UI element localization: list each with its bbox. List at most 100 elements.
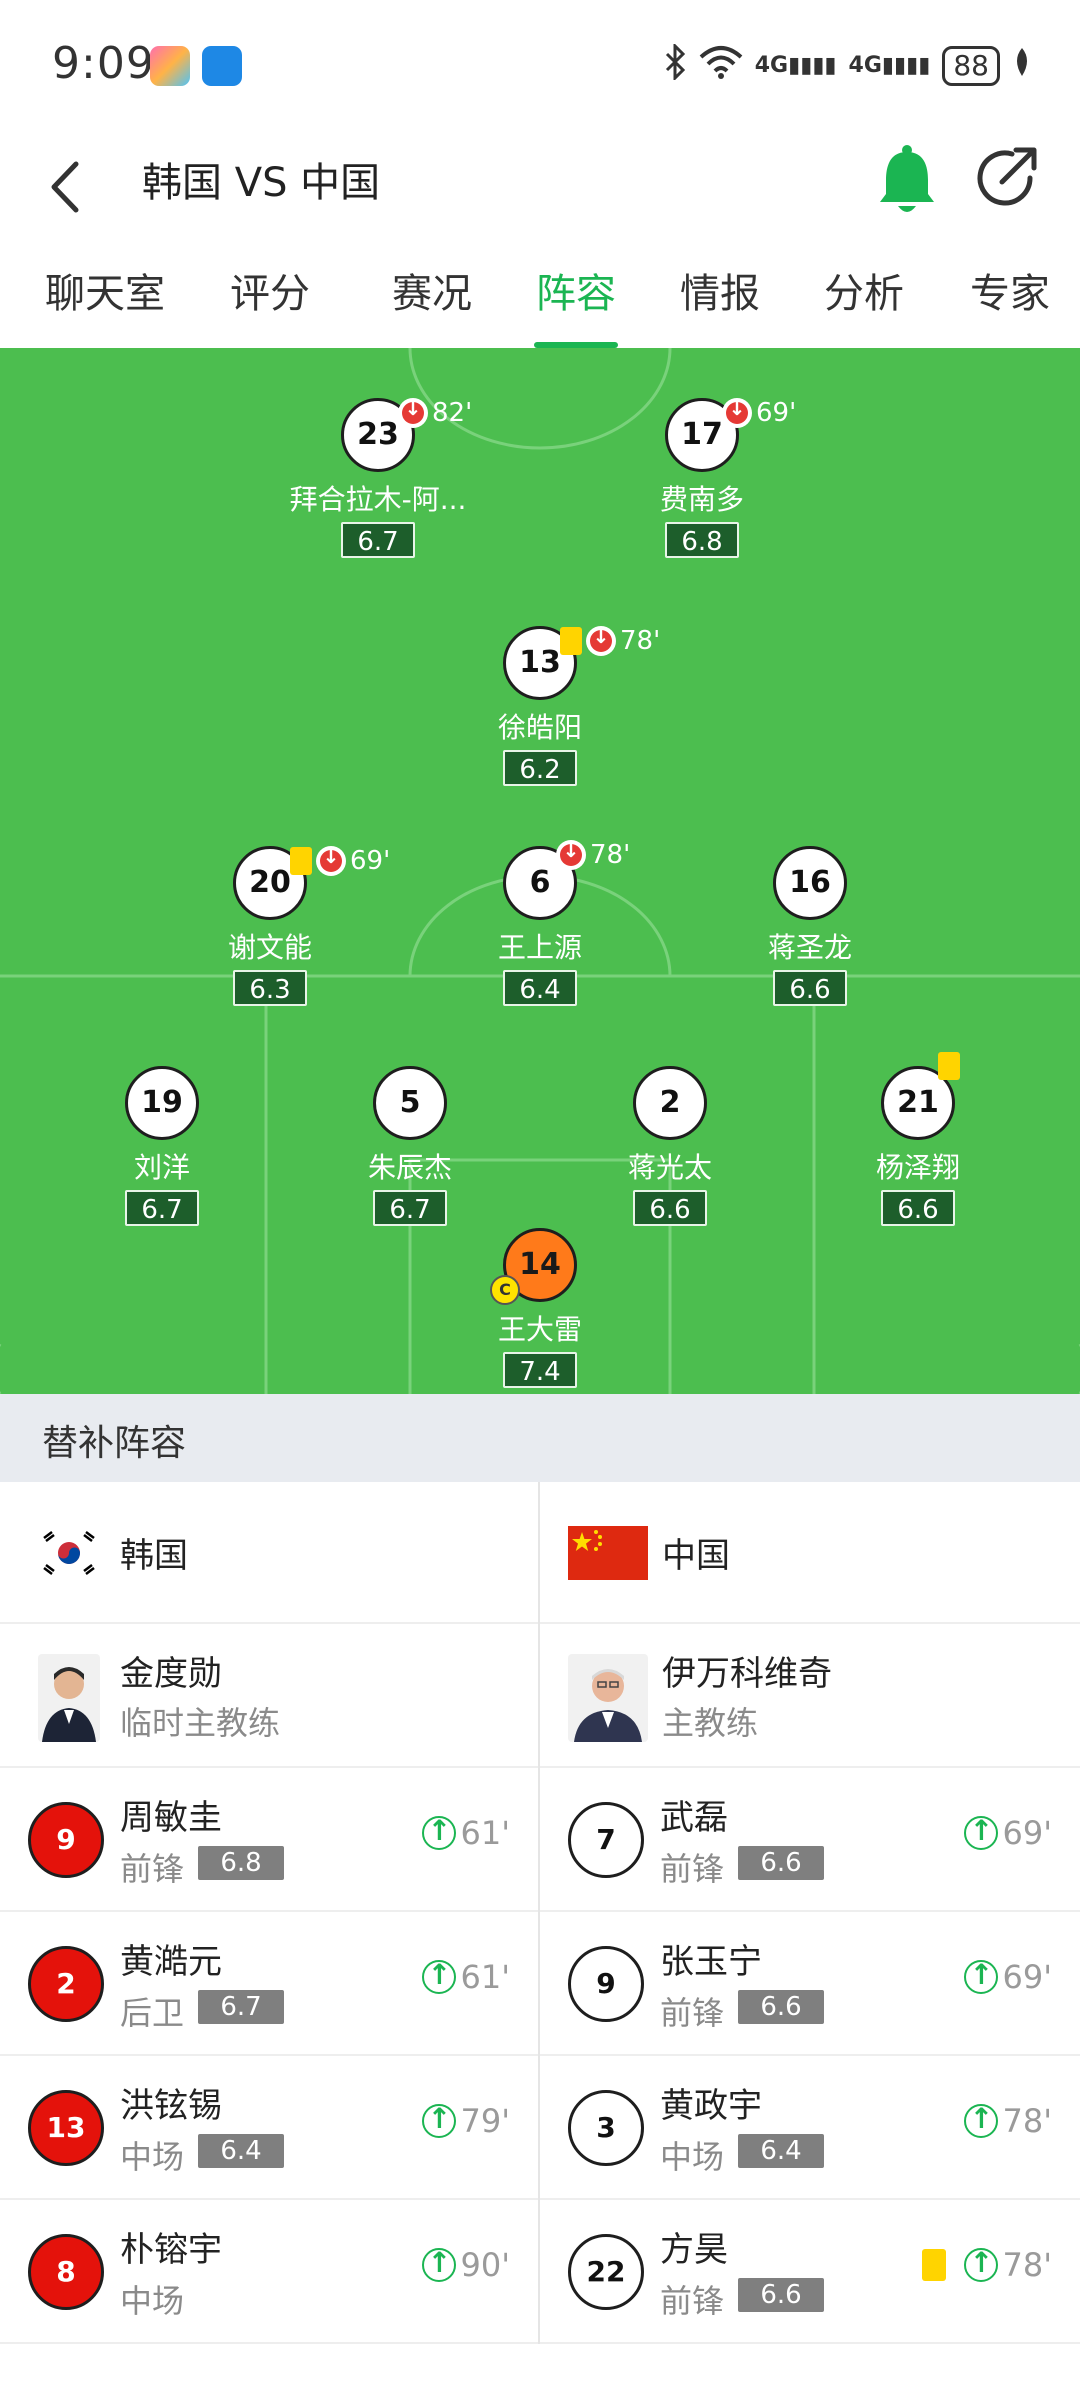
sub-out-indicator: 69' (290, 844, 390, 876)
sub-in-indicator: 61' (422, 1814, 510, 1852)
yellow-card-icon (938, 1052, 960, 1080)
captain-badge: C (490, 1275, 520, 1305)
player-number: 5 (373, 1066, 447, 1140)
player-rating: 6.7 (341, 522, 415, 558)
player-name: 张玉宁 (660, 1942, 762, 1982)
share-button[interactable] (972, 140, 1042, 220)
pitch-player-5[interactable]: 5 朱辰杰 6.7 (290, 1066, 530, 1226)
status-icons: 4G▮▮▮▮ 4G▮▮▮▮ 88 (663, 42, 1032, 87)
pitch-player-17[interactable]: 17 69' 费南多 6.8 (582, 396, 822, 558)
player-position: 前锋 (660, 1994, 725, 2032)
sub-in-icon (422, 2246, 457, 2282)
player-rating: 6.4 (503, 970, 577, 1006)
goalkeeper-number: 14 C (490, 1228, 577, 1305)
coach-avatar (38, 1654, 100, 1742)
sub-player-row[interactable]: 3 黄政宇 中场 6.4 78' (540, 2056, 1080, 2200)
player-name: 费南多 (659, 483, 744, 516)
tab-chatroom[interactable]: 聊天室 (40, 248, 170, 348)
player-rating: 6.8 (198, 1846, 284, 1880)
tab-lineup[interactable]: 阵容 (516, 248, 636, 348)
player-number-badge: 9 (28, 1802, 104, 1878)
korea-column: 韩国 金度勋 临时主教练 9 周敏圭 前锋 6.8 61' (0, 1482, 540, 2344)
sub-in-indicator: 79' (422, 2102, 510, 2140)
tab-rating[interactable]: 评分 (210, 248, 330, 348)
player-rating: 7.4 (503, 1352, 577, 1388)
player-rating: 6.8 (665, 522, 739, 558)
tab-expert[interactable]: 专家 (950, 248, 1070, 348)
sub-in-indicator: 78' (922, 2246, 1052, 2284)
sub-player-row[interactable]: 9 张玉宁 前锋 6.6 69' (540, 1912, 1080, 2056)
player-rating: 6.7 (198, 1990, 284, 2024)
coach-row-korea[interactable]: 金度勋 临时主教练 (0, 1624, 538, 1768)
team-name: 中国 (662, 1536, 730, 1576)
back-button[interactable] (40, 152, 100, 222)
sub-in-icon (964, 2246, 999, 2282)
notification-bell-button[interactable] (872, 140, 942, 220)
sub-player-row[interactable]: 9 周敏圭 前锋 6.8 61' (0, 1768, 538, 1912)
player-position: 前锋 (660, 1850, 725, 1888)
player-position: 前锋 (120, 1850, 185, 1888)
player-rating: 6.4 (198, 2134, 284, 2168)
player-position: 中场 (120, 2138, 185, 2176)
sub-player-row[interactable]: 7 武磊 前锋 6.6 69' (540, 1768, 1080, 1912)
card-indicator (938, 1052, 960, 1080)
pitch-player-14[interactable]: 14 C 王大雷 7.4 (420, 1228, 660, 1388)
player-name: 徐皓阳 (497, 711, 582, 744)
pitch-player-23[interactable]: 23 82' 拜合拉木-阿... 6.7 (258, 396, 498, 558)
player-rating: 6.7 (373, 1190, 447, 1226)
back-icon (51, 161, 79, 213)
yellow-card-icon (560, 627, 582, 655)
player-name: 刘洋 (133, 1151, 190, 1184)
leaf-icon (1012, 46, 1032, 85)
pitch-player-6[interactable]: 6 78' 王上源 6.4 (420, 838, 660, 1006)
pitch-player-20[interactable]: 20 69' 谢文能 6.3 (150, 844, 390, 1006)
player-name: 朱辰杰 (367, 1151, 452, 1184)
pitch-player-13[interactable]: 13 78' 徐皓阳 6.2 (420, 624, 660, 786)
player-name: 武磊 (660, 1798, 728, 1838)
tab-match-status[interactable]: 赛况 (372, 248, 492, 348)
sub-player-row[interactable]: 13 洪铉锡 中场 6.4 79' (0, 2056, 538, 2200)
substitutes-header: 替补阵容 (0, 1394, 1080, 1482)
coach-row-china[interactable]: 伊万科维奇 主教练 (540, 1624, 1080, 1768)
sub-player-row[interactable]: 2 黄澔元 后卫 6.7 61' (0, 1912, 538, 2056)
yellow-card-icon (922, 2249, 947, 2281)
coach-avatar (568, 1654, 648, 1742)
sub-out-icon (556, 838, 586, 870)
pitch-player-2[interactable]: 2 蒋光太 6.6 (550, 1066, 790, 1226)
player-name: 王上源 (497, 931, 582, 964)
player-rating: 6.2 (503, 750, 577, 786)
player-name: 黄澔元 (120, 1942, 222, 1982)
player-number-badge: 22 (568, 2234, 644, 2310)
share-icon (977, 147, 1037, 206)
battery-indicator: 88 (942, 45, 1000, 86)
player-number: 16 (773, 846, 847, 920)
top-header: 韩国 VS 中国 (0, 130, 1080, 248)
player-number-badge: 8 (28, 2234, 104, 2310)
player-name: 黄政宇 (660, 2086, 762, 2126)
pitch-player-19[interactable]: 19 刘洋 6.7 (42, 1066, 282, 1226)
coach-name: 伊万科维奇 (662, 1654, 832, 1694)
pitch-player-21[interactable]: 21 杨泽翔 6.6 (798, 1052, 1038, 1226)
sub-player-row[interactable]: 22 方昊 前锋 6.6 78' (540, 2200, 1080, 2344)
player-number-badge: 13 (28, 2090, 104, 2166)
status-time: 9:09 (52, 38, 155, 89)
tab-intelligence[interactable]: 情报 (660, 248, 780, 348)
pitch-player-16[interactable]: 16 蒋圣龙 6.6 (690, 846, 930, 1006)
china-column: 中国 伊万科维奇 主教练 7 武磊 前锋 6.6 ↑ 69' 9 张玉宁 前锋 … (540, 1482, 1080, 2344)
sub-in-icon (964, 2102, 999, 2138)
player-name: 蒋光太 (627, 1151, 712, 1184)
player-name: 谢文能 (227, 931, 312, 964)
korea-flag-icon (38, 1528, 100, 1578)
tab-analysis[interactable]: 分析 (804, 248, 924, 348)
substitutes-title: 替补阵容 (42, 1423, 187, 1464)
player-rating: 6.6 (881, 1190, 955, 1226)
player-position: 后卫 (120, 1994, 185, 2032)
player-number: 2 (633, 1066, 707, 1140)
yellow-card-icon (290, 847, 312, 875)
player-position: 前锋 (660, 2282, 725, 2320)
sub-player-row[interactable]: 8 朴镕宇 中场 90' (0, 2200, 538, 2344)
player-name: 朴镕宇 (120, 2230, 222, 2270)
sub-out-icon (316, 844, 346, 876)
player-number-badge: 9 (568, 1946, 644, 2022)
player-rating: 6.6 (773, 970, 847, 1006)
